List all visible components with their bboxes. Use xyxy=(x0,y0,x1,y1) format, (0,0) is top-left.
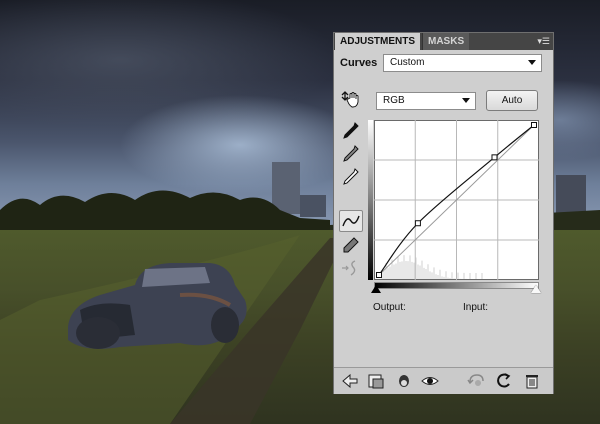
chevron-down-icon xyxy=(528,60,536,65)
input-gradient-bar xyxy=(374,282,539,289)
pencil-draw-icon[interactable] xyxy=(339,234,363,256)
curves-graph[interactable] xyxy=(374,120,539,280)
panel-footer xyxy=(334,367,553,394)
panel-tab-bar: ADJUSTMENTS MASKS ▾☰ xyxy=(334,33,553,50)
preset-value: Custom xyxy=(390,57,425,68)
tab-masks[interactable]: MASKS xyxy=(422,33,470,50)
eye-icon[interactable] xyxy=(420,371,440,391)
back-arrow-icon[interactable] xyxy=(340,371,360,391)
chevron-down-icon xyxy=(462,98,470,103)
channel-value: RGB xyxy=(383,95,405,106)
view-previous-state-icon[interactable] xyxy=(466,371,486,391)
adjustments-panel: ADJUSTMENTS MASKS ▾☰ Curves Custom RGB A… xyxy=(333,32,554,394)
output-gradient-bar xyxy=(368,120,373,280)
tab-adjustments[interactable]: ADJUSTMENTS xyxy=(335,33,421,50)
output-label: Output: xyxy=(373,302,406,313)
white-point-eyedropper-icon[interactable] xyxy=(339,166,363,188)
curve-control-point[interactable] xyxy=(491,154,498,161)
preset-dropdown[interactable]: Custom xyxy=(383,54,542,72)
on-image-adjust-icon[interactable] xyxy=(339,88,363,110)
curve-control-point[interactable] xyxy=(531,122,537,128)
channel-dropdown[interactable]: RGB xyxy=(376,92,476,110)
smooth-curve-icon[interactable] xyxy=(339,257,363,279)
curve-control-point[interactable] xyxy=(376,272,382,278)
white-point-slider[interactable] xyxy=(531,285,541,293)
adjustment-type-label: Curves xyxy=(340,57,378,69)
curve-edit-points-icon[interactable] xyxy=(339,210,363,232)
gray-point-eyedropper-icon[interactable] xyxy=(339,143,363,165)
input-label: Input: xyxy=(463,302,489,313)
abandoned-car xyxy=(68,263,247,349)
panel-menu-icon[interactable]: ▾☰ xyxy=(537,35,550,47)
black-point-eyedropper-icon[interactable] xyxy=(339,120,363,142)
trash-icon[interactable] xyxy=(522,371,542,391)
visibility-layer-icon[interactable] xyxy=(394,371,414,391)
auto-button[interactable]: Auto xyxy=(486,90,538,111)
black-point-slider[interactable] xyxy=(371,285,381,293)
clip-to-layer-icon[interactable] xyxy=(366,371,386,391)
reset-icon[interactable] xyxy=(494,371,514,391)
curve-control-point[interactable] xyxy=(414,220,421,227)
